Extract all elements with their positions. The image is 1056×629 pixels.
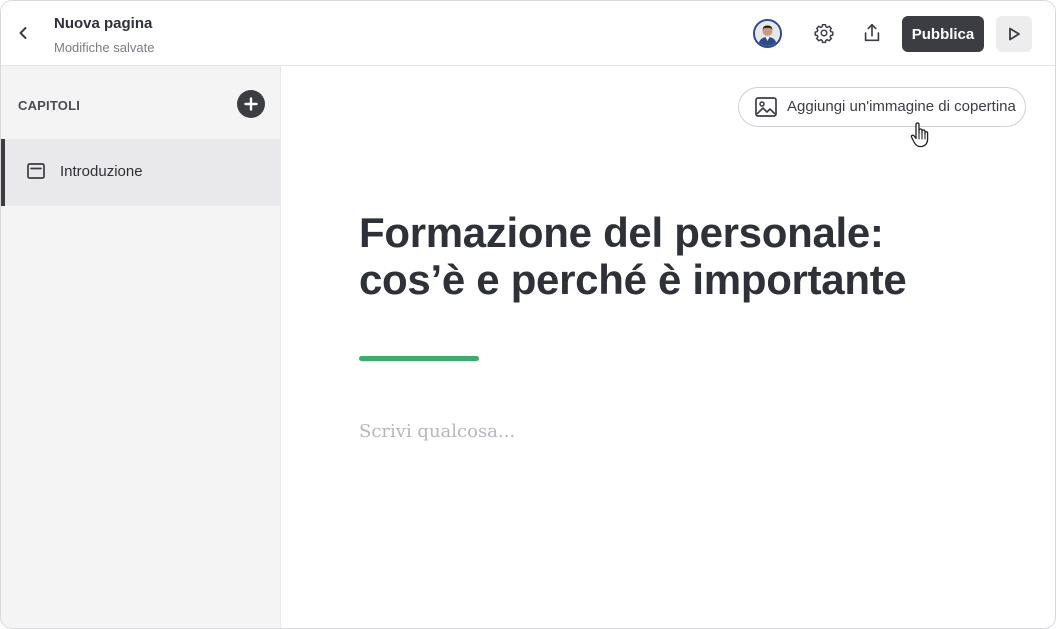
- chevron-left-icon: [19, 27, 27, 39]
- add-cover-image-label: Aggiungi un'immagine di copertina: [787, 98, 1016, 115]
- image-icon: [755, 97, 777, 117]
- chapters-sidebar: CAPITOLI Introduzione: [1, 66, 281, 628]
- chapter-page-icon: [27, 163, 45, 179]
- editor-area: Aggiungi un'immagine di copertina Formaz…: [282, 66, 1055, 628]
- share-button[interactable]: [860, 21, 884, 45]
- document-title-line-1: Formazione del personale:: [359, 209, 884, 256]
- title-divider: [359, 356, 479, 361]
- publish-button[interactable]: Pubblica: [902, 16, 984, 52]
- preview-button[interactable]: [996, 16, 1032, 52]
- page-title-block: Nuova pagina Modifiche salvate: [54, 14, 154, 57]
- hand-pointer-cursor-icon: [910, 122, 929, 148]
- page-title[interactable]: Nuova pagina: [54, 14, 154, 34]
- share-upload-icon: [864, 23, 880, 42]
- gear-icon: [814, 24, 834, 44]
- sidebar-item-introduzione[interactable]: Introduzione: [1, 139, 280, 206]
- avatar[interactable]: [753, 19, 782, 48]
- play-icon: [1009, 27, 1020, 41]
- settings-button[interactable]: [812, 21, 836, 45]
- top-bar: Nuova pagina Modifiche salvate Pubblica: [1, 1, 1055, 66]
- avatar-image: [755, 21, 780, 46]
- app-window: Nuova pagina Modifiche salvate Pubblica …: [0, 0, 1056, 629]
- body-text-input[interactable]: [359, 416, 959, 446]
- plus-circle-icon: [244, 97, 258, 111]
- save-status: Modifiche salvate: [54, 40, 155, 55]
- add-cover-image-button[interactable]: Aggiungi un'immagine di copertina: [738, 87, 1026, 127]
- chapters-heading: CAPITOLI: [18, 98, 81, 113]
- back-button[interactable]: [11, 21, 35, 45]
- add-chapter-button[interactable]: [237, 90, 265, 118]
- document-title-line-2: cos’è e perché è importante: [359, 256, 907, 303]
- sidebar-item-label: Introduzione: [60, 163, 143, 180]
- document-title[interactable]: Formazione del personale: cos’è e perché…: [359, 209, 959, 303]
